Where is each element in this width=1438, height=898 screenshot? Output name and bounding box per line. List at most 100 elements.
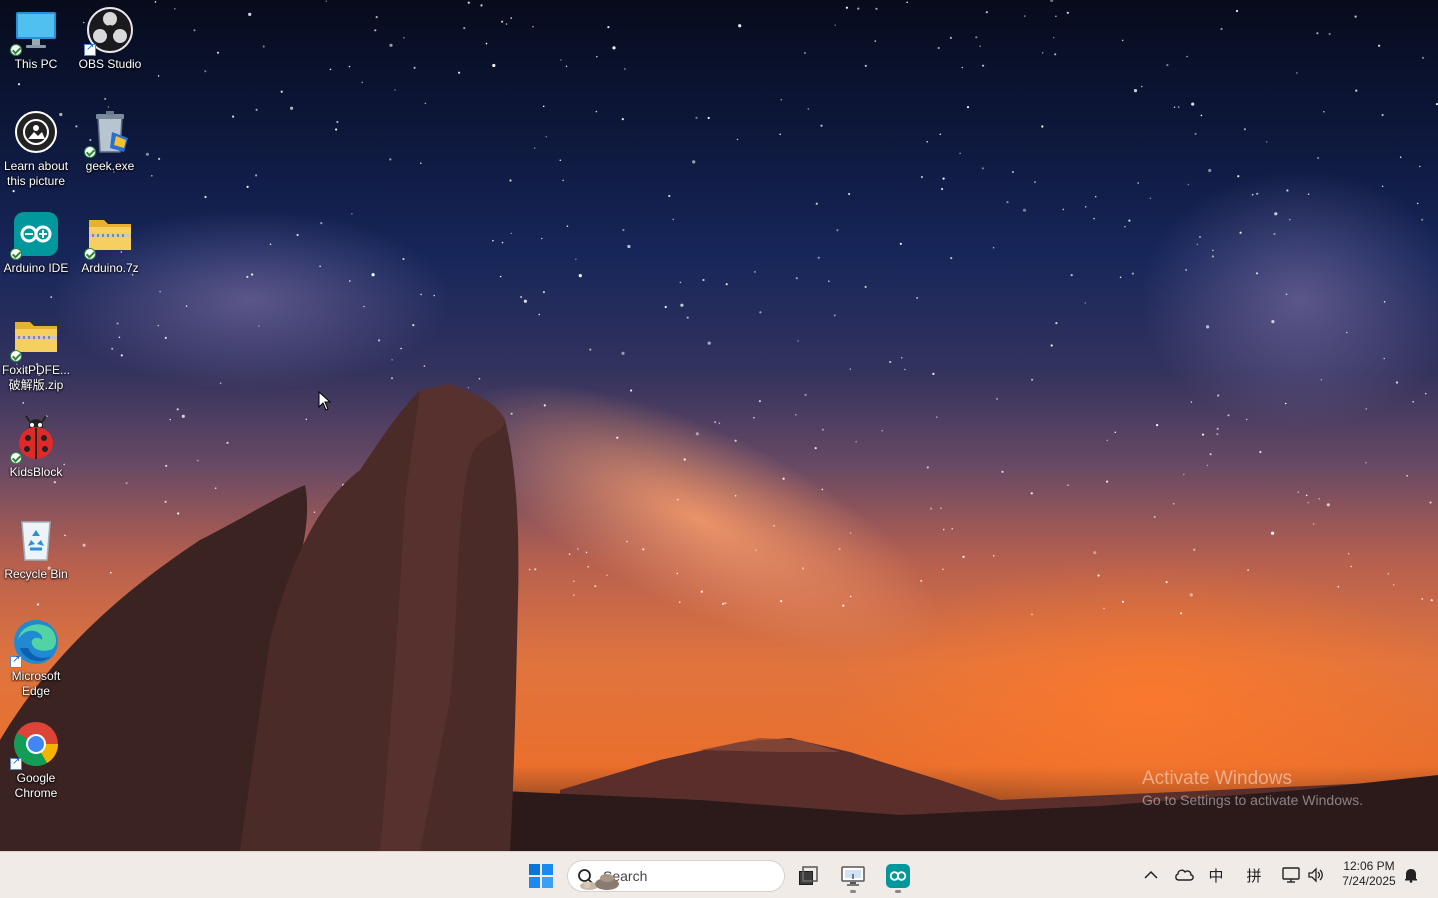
- wallpaper-star: [1153, 515, 1156, 519]
- geek-exe-icon: [84, 108, 134, 158]
- wallpaper-star: [540, 237, 543, 240]
- wallpaper-star: [1066, 11, 1069, 14]
- wallpaper-star: [499, 275, 502, 278]
- wallpaper-star: [942, 528, 945, 531]
- wallpaper-star: [505, 23, 508, 25]
- wallpaper-star: [930, 507, 933, 510]
- icon-label: Arduino.7z: [81, 261, 139, 275]
- desktop-icon-recycle-bin[interactable]: Recycle Bin: [0, 516, 73, 582]
- edge-icon: [10, 618, 60, 668]
- wallpaper-star: [403, 37, 405, 39]
- task-view-icon: [799, 866, 818, 885]
- notification-center-button[interactable]: [1401, 863, 1421, 887]
- wallpaper-star: [724, 602, 727, 605]
- onedrive-tray-button[interactable]: [1171, 863, 1197, 887]
- wallpaper-star: [258, 325, 260, 327]
- wallpaper-star: [413, 66, 416, 69]
- speaker-icon: [1308, 867, 1323, 883]
- wallpaper-star: [940, 507, 942, 510]
- wallpaper-star: [255, 108, 258, 111]
- wallpaper-star: [335, 128, 338, 131]
- desktop-icon-foxitpdfe-zip[interactable]: FoxitPDFE... 破解版.zip: [0, 312, 73, 393]
- wallpaper-star: [1289, 218, 1291, 221]
- volume-tray-button[interactable]: [1305, 863, 1327, 887]
- desktop-icon-learn-about-picture[interactable]: Learn about this picture: [0, 108, 73, 189]
- wallpaper-star: [1243, 128, 1246, 131]
- desktop-icon-geek-exe[interactable]: geek.exe: [73, 108, 147, 174]
- desktop-icon-this-pc[interactable]: This PC: [0, 6, 73, 72]
- wallpaper-star: [12, 190, 15, 193]
- wallpaper-star: [1429, 501, 1432, 504]
- wallpaper-star: [966, 106, 970, 109]
- icon-label: Arduino IDE: [3, 261, 69, 275]
- wallpaper-star: [216, 51, 220, 54]
- wallpaper-star: [232, 115, 235, 118]
- wallpaper-star: [534, 568, 537, 571]
- desktop-icon-obs-studio[interactable]: OBS Studio: [73, 6, 147, 72]
- wallpaper-star: [864, 285, 867, 288]
- task-view-button[interactable]: [790, 858, 826, 894]
- wallpaper-star: [390, 377, 394, 380]
- ime-layout-button[interactable]: 拼: [1243, 863, 1265, 887]
- wallpaper-star: [478, 377, 481, 380]
- wallpaper-star: [492, 63, 496, 68]
- wallpaper-star: [1347, 552, 1350, 555]
- wallpaper-star: [937, 46, 940, 50]
- wallpaper-star: [542, 291, 546, 294]
- wallpaper-star: [992, 554, 995, 557]
- wallpaper-star: [157, 324, 160, 327]
- watermark-subtitle: Go to Settings to activate Windows.: [1142, 792, 1363, 808]
- wallpaper-star: [371, 273, 375, 277]
- wallpaper-star: [797, 340, 799, 342]
- bell-icon: [1405, 869, 1417, 883]
- wallpaper-star: [1365, 408, 1368, 410]
- wallpaper-star: [959, 152, 961, 155]
- wallpaper-star: [349, 280, 351, 282]
- show-hidden-icons-button[interactable]: [1141, 863, 1161, 887]
- wallpaper-star: [677, 498, 679, 501]
- wallpaper-star: [932, 372, 935, 375]
- wallpaper-star: [804, 393, 807, 396]
- wallpaper-star: [336, 120, 339, 124]
- wallpaper-star: [820, 124, 823, 127]
- wallpaper-star: [848, 192, 851, 196]
- wallpaper-star: [1307, 501, 1310, 504]
- wallpaper-star: [725, 283, 728, 286]
- icon-label: This PC: [14, 57, 58, 71]
- wallpaper-star: [226, 441, 229, 444]
- desktop-icon-arduino-7z[interactable]: Arduino.7z: [73, 210, 147, 276]
- wallpaper-star: [734, 495, 737, 497]
- start-button[interactable]: [523, 858, 559, 894]
- computer-icon: [10, 6, 60, 56]
- wallpaper-star: [1191, 102, 1195, 106]
- taskbar-app-remote-desktop[interactable]: [835, 858, 871, 894]
- ime-mode-button[interactable]: 中: [1205, 863, 1227, 887]
- desktop-icon-microsoft-edge[interactable]: Microsoft Edge: [0, 618, 73, 699]
- wallpaper-star: [174, 8, 176, 10]
- wallpaper-star: [1200, 114, 1203, 117]
- wallpaper-star: [1286, 189, 1289, 192]
- wallpaper-star: [1030, 492, 1033, 495]
- wallpaper-star: [159, 290, 161, 293]
- wallpaper-star: [509, 179, 512, 182]
- taskbar-clock[interactable]: 12:06 PM 7/24/2025: [1334, 859, 1404, 889]
- wallpaper-star: [795, 414, 797, 416]
- taskbar-app-arduino-ide[interactable]: [880, 858, 916, 894]
- wallpaper-star: [1149, 197, 1152, 200]
- icon-label: Microsoft Edge: [11, 669, 61, 698]
- desktop-icon-arduino-ide[interactable]: Arduino IDE: [0, 210, 73, 276]
- wallpaper-star: [759, 311, 762, 314]
- desktop-icon-google-chrome[interactable]: Google Chrome: [0, 720, 73, 801]
- taskbar-search-box[interactable]: Search: [567, 860, 785, 892]
- network-tray-button[interactable]: [1280, 863, 1302, 887]
- wallpaper-star: [1022, 208, 1027, 212]
- wallpaper-star: [780, 600, 783, 603]
- desktop-icon-kidsblock[interactable]: KidsBlock: [0, 414, 73, 480]
- wallpaper-star: [596, 55, 598, 58]
- wallpaper-star: [1317, 156, 1320, 160]
- wallpaper-star: [1419, 165, 1421, 168]
- wallpaper-star: [962, 555, 965, 558]
- wallpaper-star: [158, 157, 161, 160]
- wallpaper-star: [573, 594, 575, 596]
- wallpaper-star: [22, 402, 25, 404]
